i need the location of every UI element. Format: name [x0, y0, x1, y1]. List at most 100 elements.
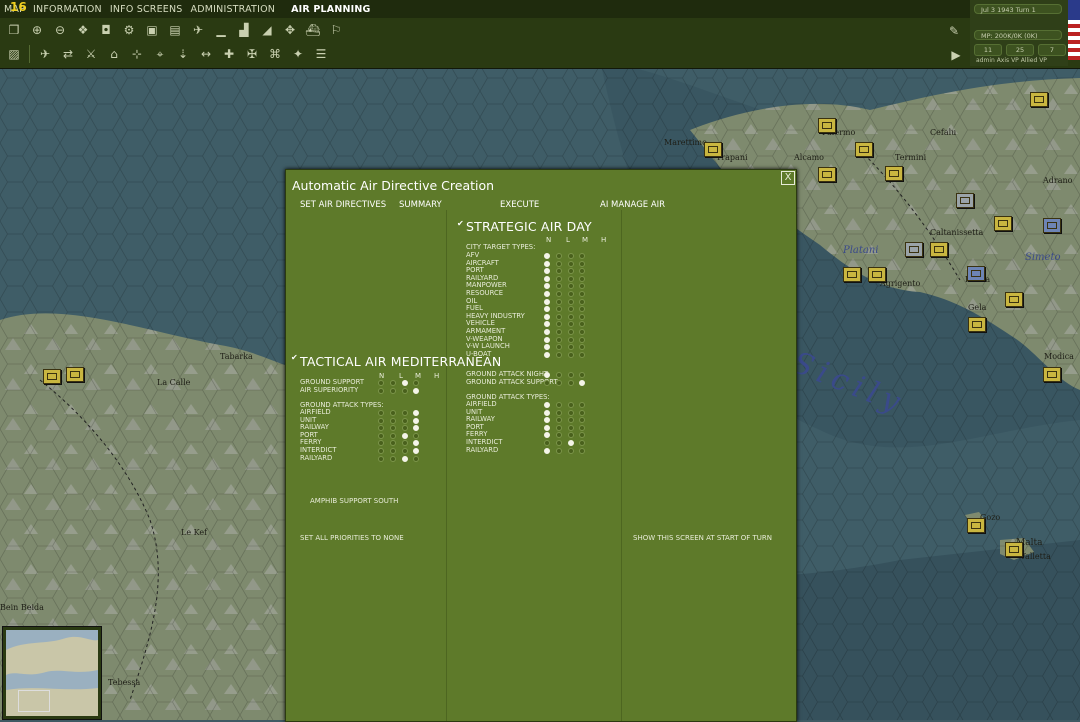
priority-radio[interactable]: [579, 344, 585, 351]
priority-radio[interactable]: [556, 440, 562, 446]
priority-radio[interactable]: [579, 372, 585, 378]
signal-plus-icon[interactable]: ◢: [257, 21, 277, 39]
priority-radio[interactable]: [402, 425, 408, 432]
priority-radio[interactable]: [556, 417, 562, 424]
priority-radio[interactable]: [402, 417, 408, 424]
priority-radio[interactable]: [544, 298, 550, 305]
priority-radio[interactable]: [568, 291, 574, 297]
priority-radio[interactable]: [413, 425, 419, 432]
tab-execute[interactable]: EXECUTE: [500, 200, 539, 210]
priority-radio[interactable]: [579, 283, 585, 290]
priority-radio[interactable]: [579, 417, 585, 424]
priority-radio[interactable]: [556, 344, 562, 351]
priority-radio[interactable]: [378, 425, 384, 432]
map-unit[interactable]: [1043, 218, 1061, 233]
priority-radio[interactable]: [378, 440, 384, 447]
map-unit[interactable]: [956, 193, 974, 208]
priority-radio[interactable]: [568, 440, 574, 446]
priority-radio[interactable]: [579, 306, 585, 313]
priority-radio[interactable]: [413, 432, 419, 439]
air-ai-icon[interactable]: ✦: [288, 45, 308, 63]
priority-radio[interactable]: [556, 447, 562, 454]
menu-administration[interactable]: ADMINISTRATION: [187, 4, 280, 15]
priority-radio[interactable]: [568, 283, 574, 290]
priority-radio[interactable]: [402, 410, 408, 416]
priority-radio[interactable]: [402, 455, 408, 462]
map-unit[interactable]: [968, 317, 986, 332]
priority-radio[interactable]: [378, 387, 384, 394]
priority-radio[interactable]: [402, 387, 408, 394]
priority-radio[interactable]: [579, 291, 585, 297]
priority-radio[interactable]: [402, 448, 408, 454]
priority-radio[interactable]: [579, 329, 585, 335]
reset-priorities-button[interactable]: SET ALL PRIORITIES TO NONE: [300, 534, 404, 542]
priority-radio[interactable]: [544, 424, 550, 431]
map-unit[interactable]: [66, 367, 84, 382]
priority-radio[interactable]: [556, 313, 562, 320]
air-cap-icon[interactable]: ⌖: [150, 45, 170, 63]
ship-icon[interactable]: ⛴: [303, 21, 323, 39]
air-bomb-icon[interactable]: ⇣: [173, 45, 193, 63]
priority-radio[interactable]: [568, 268, 574, 275]
amphib-support-toggle[interactable]: AMPHIB SUPPORT SOUTH: [310, 497, 398, 505]
priority-radio[interactable]: [413, 387, 419, 394]
map-unit[interactable]: [1005, 292, 1023, 307]
priority-radio[interactable]: [556, 409, 562, 416]
priority-radio[interactable]: [568, 447, 574, 454]
priority-radio[interactable]: [544, 321, 550, 328]
priority-radio[interactable]: [402, 380, 408, 386]
priority-radio[interactable]: [556, 260, 562, 267]
zoom-out-icon[interactable]: ⊖: [50, 21, 70, 39]
air-patrol-icon[interactable]: ⌘: [265, 45, 285, 63]
map-unit[interactable]: [1005, 542, 1023, 557]
priority-radio[interactable]: [544, 306, 550, 313]
priority-radio[interactable]: [568, 432, 574, 439]
priority-radio[interactable]: [556, 268, 562, 275]
priority-radio[interactable]: [568, 351, 574, 358]
priority-radio[interactable]: [390, 417, 396, 424]
priority-radio[interactable]: [568, 321, 574, 328]
flag-icon[interactable]: ⚐: [326, 21, 346, 39]
priority-radio[interactable]: [556, 321, 562, 328]
air-unit-icon[interactable]: ✈: [35, 45, 55, 63]
tab-ai-manage-air[interactable]: AI MANAGE AIR: [600, 200, 665, 210]
priority-radio[interactable]: [568, 260, 574, 267]
priority-radio[interactable]: [556, 298, 562, 305]
settings-icon[interactable]: ⚙: [119, 21, 139, 39]
priority-radio[interactable]: [413, 417, 419, 424]
target-icon[interactable]: ◘: [96, 21, 116, 39]
menu-air-planning[interactable]: AIR PLANNING: [287, 4, 374, 15]
priority-radio[interactable]: [413, 455, 419, 462]
priority-radio[interactable]: [413, 410, 419, 416]
tab-set-air-directives[interactable]: SET AIR DIRECTIVES: [300, 200, 386, 210]
priority-radio[interactable]: [579, 379, 585, 386]
menu-information[interactable]: INFORMATION: [29, 4, 106, 15]
priority-radio[interactable]: [579, 268, 585, 275]
map-unit[interactable]: [930, 242, 948, 257]
priority-radio[interactable]: [544, 344, 550, 351]
priority-radio[interactable]: [579, 313, 585, 320]
priority-radio[interactable]: [390, 455, 396, 462]
priority-radio[interactable]: [579, 402, 585, 408]
map-unit[interactable]: [818, 167, 836, 182]
priority-radio[interactable]: [544, 329, 550, 335]
priority-radio[interactable]: [544, 351, 550, 358]
map-unit[interactable]: [855, 142, 873, 157]
priority-radio[interactable]: [544, 313, 550, 320]
priority-radio[interactable]: [402, 432, 408, 439]
show-at-start-toggle[interactable]: SHOW THIS SCREEN AT START OF TURN: [633, 534, 772, 542]
runway-icon[interactable]: ▁: [211, 21, 231, 39]
signal-icon[interactable]: ▟: [234, 21, 254, 39]
move-icon[interactable]: ✥: [280, 21, 300, 39]
priority-radio[interactable]: [556, 253, 562, 259]
aircraft-icon[interactable]: ✈: [188, 21, 208, 39]
priority-radio[interactable]: [568, 329, 574, 335]
priority-radio[interactable]: [556, 329, 562, 335]
priority-radio[interactable]: [568, 424, 574, 431]
priority-radio[interactable]: [579, 432, 585, 439]
priority-radio[interactable]: [378, 448, 384, 454]
priority-radio[interactable]: [378, 417, 384, 424]
priority-radio[interactable]: [579, 260, 585, 267]
minimap-viewport-frame[interactable]: [18, 690, 50, 712]
priority-radio[interactable]: [556, 336, 562, 343]
